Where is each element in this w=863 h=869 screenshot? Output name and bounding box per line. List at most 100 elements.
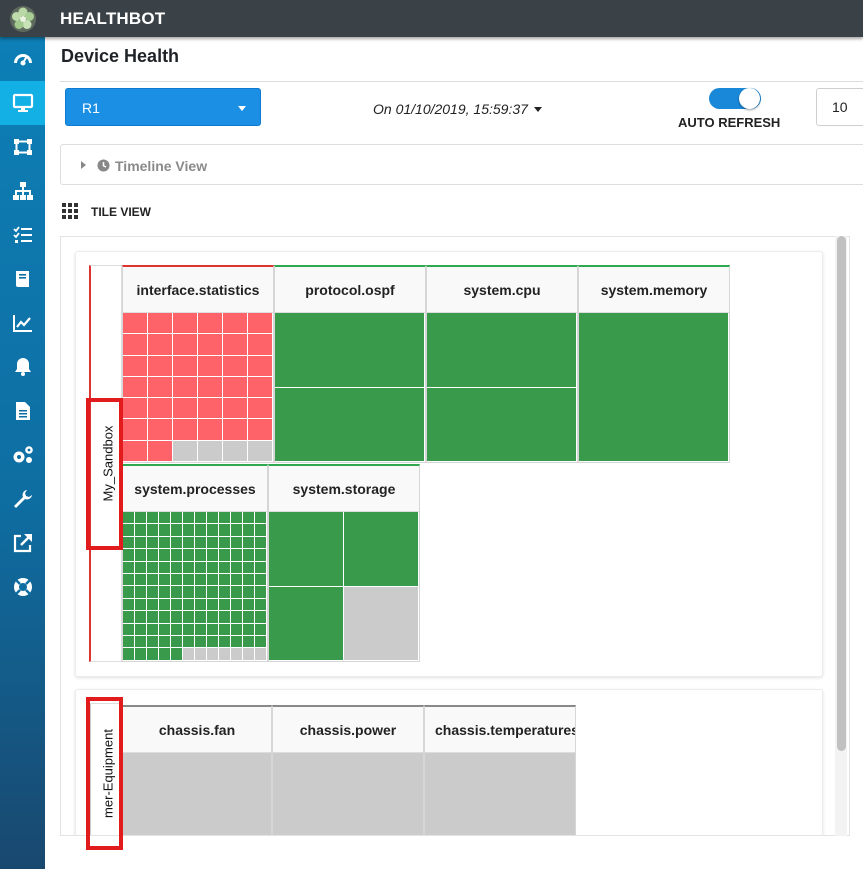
tile-chassis-power[interactable]: chassis.power xyxy=(272,705,424,835)
tile-interface-statistics[interactable]: interface.statistics xyxy=(122,265,274,463)
tile-cell[interactable] xyxy=(344,586,419,661)
tile-cell[interactable] xyxy=(248,376,273,399)
tile-cell[interactable] xyxy=(159,524,171,537)
tile-cell[interactable] xyxy=(275,313,425,388)
tile-cell[interactable] xyxy=(231,536,243,550)
tile-cell[interactable] xyxy=(195,549,207,562)
tile-cell[interactable] xyxy=(207,549,219,562)
tile-cell[interactable] xyxy=(135,574,147,587)
tile-cell[interactable] xyxy=(159,512,171,525)
tile-cell[interactable] xyxy=(198,313,223,335)
tile-cell[interactable] xyxy=(147,561,159,575)
tile-system-cpu[interactable]: system.cpu xyxy=(426,265,578,463)
tile-cell[interactable] xyxy=(148,376,173,399)
refresh-interval-input[interactable]: 10 xyxy=(816,88,863,126)
tile-cell[interactable] xyxy=(243,536,255,550)
scrollbar-thumb[interactable] xyxy=(837,236,846,751)
tile-cell[interactable] xyxy=(255,611,267,624)
sidebar-item-topology[interactable] xyxy=(0,169,45,213)
sidebar-item-alerts[interactable] xyxy=(0,345,45,389)
healthbot-logo[interactable] xyxy=(0,0,45,37)
tile-cell[interactable] xyxy=(219,574,231,587)
sidebar-item-external[interactable] xyxy=(0,521,45,565)
tile-cell[interactable] xyxy=(183,524,195,537)
tile-cell[interactable] xyxy=(231,623,243,637)
tile-cell[interactable] xyxy=(159,561,171,575)
tile-cell[interactable] xyxy=(198,376,223,399)
tile-chassis-temperatures[interactable]: chassis.temperatures xyxy=(424,705,576,835)
tile-cell[interactable] xyxy=(198,334,223,356)
tile-cell[interactable] xyxy=(123,623,135,637)
tile-cell[interactable] xyxy=(231,636,243,649)
tile-cell[interactable] xyxy=(207,586,219,599)
tile-cell[interactable] xyxy=(231,574,243,587)
tile-cell[interactable] xyxy=(269,512,344,587)
tile-cell[interactable] xyxy=(135,611,147,624)
tile-cell[interactable] xyxy=(243,561,255,575)
tile-cell[interactable] xyxy=(231,611,243,624)
tile-cell[interactable] xyxy=(255,598,267,612)
tile-cell[interactable] xyxy=(195,512,207,525)
tile-cell[interactable] xyxy=(123,334,148,356)
tile-cell[interactable] xyxy=(183,512,195,525)
tile-cell[interactable] xyxy=(135,598,147,612)
timestamp-dropdown[interactable]: On 01/10/2019, 15:59:37 xyxy=(373,101,542,117)
tile-cell[interactable] xyxy=(248,419,273,441)
tile-cell[interactable] xyxy=(147,598,159,612)
tile-protocol-ospf[interactable]: protocol.ospf xyxy=(274,265,426,463)
tile-cell[interactable] xyxy=(171,561,183,575)
tile-cell[interactable] xyxy=(231,561,243,575)
tile-cell[interactable] xyxy=(248,334,273,356)
tile-cell[interactable] xyxy=(183,574,195,587)
tile-cell[interactable] xyxy=(159,574,171,587)
tile-cell[interactable] xyxy=(171,524,183,537)
tile-cell[interactable] xyxy=(219,561,231,575)
tile-cell[interactable] xyxy=(207,524,219,537)
tile-cell[interactable] xyxy=(207,561,219,575)
tile-chassis-fan[interactable]: chassis.fan xyxy=(122,705,272,835)
tile-cell[interactable] xyxy=(159,611,171,624)
tile-cell[interactable] xyxy=(231,512,243,525)
tile-cell[interactable] xyxy=(147,512,159,525)
tile-cell[interactable] xyxy=(219,636,231,649)
tile-cell[interactable] xyxy=(147,549,159,562)
tile-cell[interactable] xyxy=(195,524,207,537)
tile-cell[interactable] xyxy=(173,334,198,356)
tile-cell[interactable] xyxy=(171,611,183,624)
tile-cell[interactable] xyxy=(223,355,248,377)
tile-cell[interactable] xyxy=(255,636,267,649)
tile-cell[interactable] xyxy=(195,586,207,599)
tile-cell[interactable] xyxy=(195,598,207,612)
tile-cell[interactable] xyxy=(135,586,147,599)
tile-cell[interactable] xyxy=(171,536,183,550)
tile-cell[interactable] xyxy=(427,313,577,388)
tile-cell[interactable] xyxy=(223,398,248,420)
tile-cell[interactable] xyxy=(195,636,207,649)
tile-cell[interactable] xyxy=(255,549,267,562)
tile-cell[interactable] xyxy=(123,636,135,649)
tile-cell[interactable] xyxy=(243,549,255,562)
sidebar-item-settings[interactable] xyxy=(0,433,45,477)
tile-cell[interactable] xyxy=(219,586,231,599)
tile-cell[interactable] xyxy=(231,524,243,537)
tile-cell[interactable] xyxy=(198,355,223,377)
tile-cell[interactable] xyxy=(171,586,183,599)
tile-cell[interactable] xyxy=(183,561,195,575)
tile-cell[interactable] xyxy=(219,512,231,525)
tile-cell[interactable] xyxy=(219,536,231,550)
tile-cell[interactable] xyxy=(183,636,195,649)
tile-cell[interactable] xyxy=(123,355,148,377)
tile-cell[interactable] xyxy=(231,648,243,661)
tile-cell[interactable] xyxy=(171,512,183,525)
tile-cell[interactable] xyxy=(173,376,198,399)
tile-cell[interactable] xyxy=(147,648,159,661)
tile-cell[interactable] xyxy=(195,561,207,575)
tile-cell[interactable] xyxy=(147,623,159,637)
tile-cell[interactable] xyxy=(248,313,273,335)
tile-cell[interactable] xyxy=(195,574,207,587)
tile-cell[interactable] xyxy=(123,611,135,624)
tile-cell[interactable] xyxy=(173,313,198,335)
tile-cell[interactable] xyxy=(195,611,207,624)
tile-cell[interactable] xyxy=(198,419,223,441)
tile-cell[interactable] xyxy=(219,611,231,624)
